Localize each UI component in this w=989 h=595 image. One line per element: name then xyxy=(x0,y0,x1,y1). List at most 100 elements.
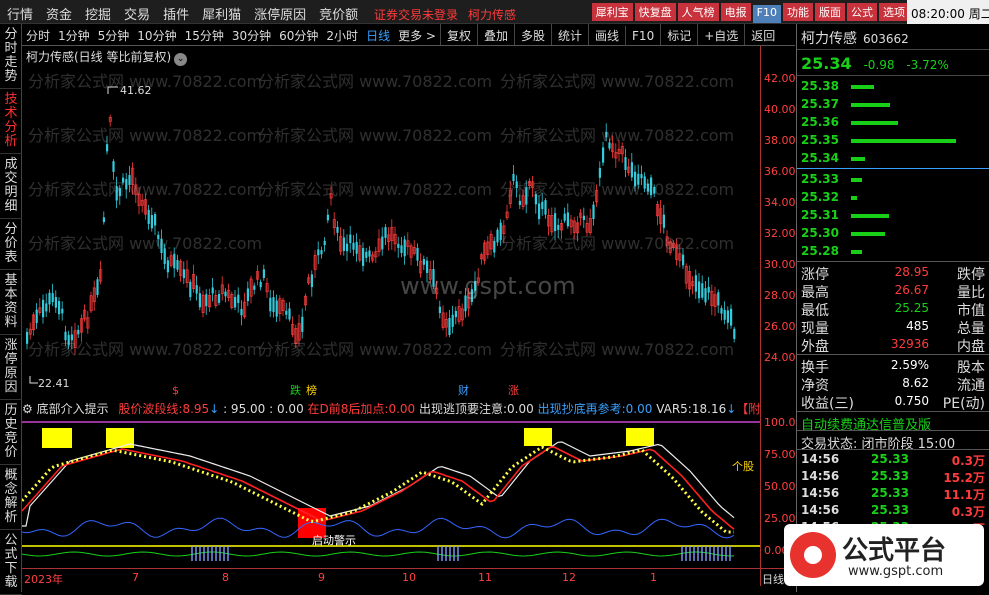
menu-plugin[interactable]: 插件 xyxy=(156,0,195,24)
tool-multi-stock[interactable]: 多股 xyxy=(513,24,551,45)
ind-value-7: 18.16 xyxy=(691,402,727,416)
nav-history-auction[interactable]: 历史竞价 xyxy=(0,400,22,465)
orderbook-row[interactable]: 25.32 xyxy=(797,188,989,206)
tab-2hour[interactable]: 2小时 xyxy=(322,24,362,45)
indicator-chart[interactable]: 启动警示 个股 xyxy=(22,418,760,568)
y-tick: 38.00 xyxy=(764,134,796,147)
tab-15min[interactable]: 15分钟 xyxy=(181,24,228,45)
candle-body xyxy=(320,250,323,255)
orderbook-row[interactable]: 25.30 xyxy=(797,224,989,242)
y-tick: 24.00 xyxy=(764,351,796,364)
nav-limitup-reason[interactable]: 涨停原因 xyxy=(0,335,22,400)
options-button[interactable]: 选项 xyxy=(879,3,909,21)
candle-body xyxy=(368,250,371,257)
candle-body xyxy=(166,260,169,273)
menu-funds[interactable]: 资金 xyxy=(39,0,78,24)
candle-body xyxy=(234,297,237,308)
ob-price: 25.38 xyxy=(801,79,839,93)
x-axis-period[interactable]: 日线 xyxy=(762,571,784,587)
candle-body xyxy=(346,243,349,252)
nav-concept[interactable]: 概念解析 xyxy=(0,465,22,530)
candle-body xyxy=(694,275,697,292)
promo-banner[interactable]: 自动续费通达信普及版 xyxy=(797,412,989,431)
y-tick: 42.00 xyxy=(764,72,796,85)
tab-5min[interactable]: 5分钟 xyxy=(94,24,134,45)
telegraph-button[interactable]: 电报 xyxy=(720,3,751,21)
menu-auction[interactable]: 竞价额 xyxy=(312,0,364,24)
menu-quote[interactable]: 行情 xyxy=(0,0,39,24)
ind-y-tick: 50.00 xyxy=(764,480,796,493)
tab-30min[interactable]: 30分钟 xyxy=(228,24,275,45)
candle-body xyxy=(176,260,179,270)
tab-daily[interactable]: 日线 xyxy=(362,24,394,45)
stat-row: 现量 485 总量 xyxy=(801,319,985,337)
tab-1min[interactable]: 1分钟 xyxy=(54,24,94,45)
tab-60min[interactable]: 60分钟 xyxy=(275,24,322,45)
layout-button[interactable]: 版面 xyxy=(815,3,845,21)
stat-row: 收益(三) 0.750 PE(动) xyxy=(801,394,985,412)
nav-technical-analysis[interactable]: 技术分析 xyxy=(0,89,22,154)
tool-restore-right[interactable]: 复权 xyxy=(439,24,477,45)
orderbook-row[interactable]: 25.33 xyxy=(797,170,989,188)
orderbook-row[interactable]: 25.28 xyxy=(797,242,989,260)
stat-row: 净资 8.62 流通 xyxy=(801,376,985,394)
tab-timeshare[interactable]: 分时 xyxy=(22,24,54,45)
nav-price-table[interactable]: 分价表 xyxy=(0,219,22,270)
arrow-down-icon: ↓ xyxy=(726,402,737,416)
candle-body xyxy=(253,285,256,290)
tool-back[interactable]: 返回 xyxy=(744,24,781,45)
stock-header: 柯力传感 603662 xyxy=(797,24,989,50)
candle-body xyxy=(237,294,240,304)
orderbook-row[interactable]: 25.34 xyxy=(797,149,989,167)
candle-body xyxy=(154,214,157,226)
nav-trade-detail[interactable]: 成交明细 xyxy=(0,154,22,219)
tool-f10[interactable]: F10 xyxy=(625,26,660,47)
orderbook-row[interactable]: 25.37 xyxy=(797,95,989,113)
ind-settings-icon[interactable]: ⚙ xyxy=(22,402,37,416)
formula-button[interactable]: 公式 xyxy=(847,3,877,21)
nav-basic-info[interactable]: 基本资料 xyxy=(0,270,22,335)
chevron-down-icon[interactable]: ⌄ xyxy=(174,53,188,66)
tab-more[interactable]: 更多 > xyxy=(394,24,440,45)
tab-10min[interactable]: 10分钟 xyxy=(133,24,180,45)
candle-body xyxy=(288,308,291,320)
popularity-button[interactable]: 人气榜 xyxy=(677,3,719,21)
y-tick: 26.00 xyxy=(764,320,796,333)
menu-xilimao[interactable]: 犀利猫 xyxy=(195,0,247,24)
orderbook-row[interactable]: 25.38 xyxy=(797,77,989,95)
tool-mark[interactable]: 标记 xyxy=(660,24,697,45)
ind-label-1: 股价波段线: xyxy=(118,402,183,416)
orderbook-row[interactable]: 25.36 xyxy=(797,113,989,131)
menu-trade[interactable]: 交易 xyxy=(117,0,156,24)
orderbook-row[interactable]: 25.31 xyxy=(797,206,989,224)
nav-timeshare[interactable]: 分时走势 xyxy=(0,24,22,89)
tool-draw[interactable]: 画线 xyxy=(588,24,625,45)
orderbook-row[interactable]: 25.35 xyxy=(797,131,989,149)
menu-limitup-reason[interactable]: 涨停原因 xyxy=(247,0,312,24)
watermark-text: 分析家公式网 www.70822.com xyxy=(500,72,735,91)
f10-button[interactable]: F10 xyxy=(752,5,781,23)
candle-body xyxy=(61,308,64,314)
xilibao-button[interactable]: 犀利宝 xyxy=(591,3,633,21)
tool-overlay[interactable]: 叠加 xyxy=(476,24,514,45)
tool-add-watchlist[interactable]: +自选 xyxy=(697,24,744,45)
candle-body xyxy=(544,200,547,215)
ind-name[interactable]: 底部介入提示 xyxy=(37,402,109,416)
candle-body xyxy=(682,254,685,266)
ind-label-5: VAR5: xyxy=(656,402,692,416)
gspt-logo: 公式平台 www.gspt.com xyxy=(784,524,984,586)
candle-body xyxy=(102,217,105,223)
tool-stats[interactable]: 统计 xyxy=(551,24,588,45)
quick-review-button[interactable]: 快复盘 xyxy=(634,3,676,21)
ob-bar xyxy=(851,214,889,218)
candle-body xyxy=(211,287,214,294)
nav-formula-download[interactable]: 公式下载 xyxy=(0,530,22,595)
candle-body xyxy=(147,209,150,225)
candle-body xyxy=(726,310,729,323)
function-button[interactable]: 功能 xyxy=(783,3,813,21)
ind-value-6: 0.00 xyxy=(625,402,653,416)
ind-value-4: 0.00 xyxy=(388,402,416,416)
menu-mining[interactable]: 挖掘 xyxy=(78,0,117,24)
login-notice[interactable]: 证券交易未登录 xyxy=(368,1,462,23)
candle-body xyxy=(554,213,557,232)
